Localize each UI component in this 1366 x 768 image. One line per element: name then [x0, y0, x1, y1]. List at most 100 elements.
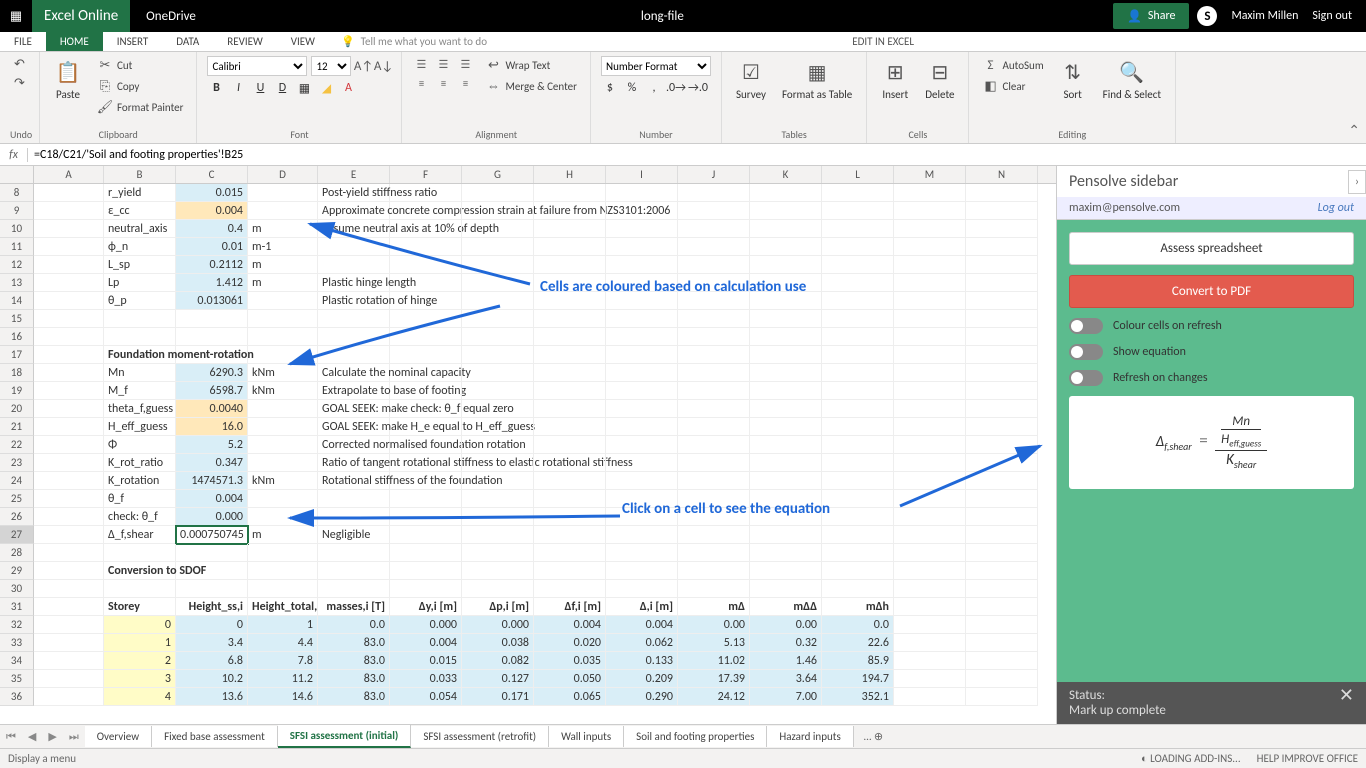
cell[interactable]: [462, 382, 534, 400]
cell[interactable]: [894, 184, 966, 202]
cell[interactable]: [966, 580, 1038, 598]
grow-font-icon[interactable]: A↑: [355, 58, 371, 74]
cell[interactable]: [750, 364, 822, 382]
toggle-show-equation[interactable]: [1069, 344, 1103, 360]
autosum-button[interactable]: ΣAutoSum: [979, 56, 1046, 74]
cell[interactable]: [462, 490, 534, 508]
cell[interactable]: 5.13: [678, 634, 750, 652]
cell[interactable]: [248, 328, 318, 346]
copy-button[interactable]: ⎘Copy: [94, 77, 186, 95]
cell[interactable]: [894, 526, 966, 544]
cell[interactable]: [104, 310, 176, 328]
cell[interactable]: [390, 184, 462, 202]
cell[interactable]: [34, 688, 104, 706]
cell[interactable]: Φ: [104, 436, 176, 454]
cell[interactable]: m: [248, 220, 318, 238]
cell[interactable]: [606, 310, 678, 328]
tab-insert[interactable]: INSERT: [103, 32, 163, 51]
cell[interactable]: Δ,i [m]: [606, 598, 678, 616]
cell[interactable]: [390, 508, 462, 526]
cell[interactable]: 11.2: [248, 670, 318, 688]
cell[interactable]: [390, 220, 462, 238]
cell[interactable]: [750, 508, 822, 526]
cell[interactable]: 0: [104, 616, 176, 634]
cell[interactable]: [966, 310, 1038, 328]
row-header[interactable]: 16: [0, 328, 34, 346]
cell[interactable]: [966, 652, 1038, 670]
sheet-tab[interactable]: Hazard inputs: [767, 726, 853, 747]
survey-button[interactable]: ☑Survey: [732, 56, 770, 103]
cell[interactable]: [966, 346, 1038, 364]
cell[interactable]: [966, 364, 1038, 382]
font-color-button[interactable]: A: [339, 79, 357, 97]
cell[interactable]: [34, 526, 104, 544]
cell[interactable]: [390, 274, 462, 292]
user-name[interactable]: Maxim Millen: [1231, 9, 1298, 23]
cell[interactable]: Plastic rotation of hinge: [318, 292, 390, 310]
sheet-tab[interactable]: SFSI assessment (retrofit): [411, 726, 549, 747]
cell[interactable]: [462, 544, 534, 562]
cell[interactable]: [318, 328, 390, 346]
cell[interactable]: 0.050: [534, 670, 606, 688]
cell[interactable]: [966, 238, 1038, 256]
cell[interactable]: [606, 526, 678, 544]
cell[interactable]: Assume neutral axis at 10% of depth: [318, 220, 390, 238]
cell[interactable]: [534, 238, 606, 256]
cell[interactable]: [390, 454, 462, 472]
cut-button[interactable]: ✂Cut: [94, 56, 186, 74]
row-header[interactable]: 22: [0, 436, 34, 454]
cell[interactable]: [894, 310, 966, 328]
cell[interactable]: 0: [176, 616, 248, 634]
cell[interactable]: [34, 580, 104, 598]
cell[interactable]: [390, 328, 462, 346]
cell[interactable]: 1: [248, 616, 318, 634]
sheet-nav-first[interactable]: ⏮: [0, 730, 22, 744]
row-header[interactable]: 25: [0, 490, 34, 508]
cell[interactable]: [966, 526, 1038, 544]
cell[interactable]: [390, 310, 462, 328]
cell[interactable]: [822, 328, 894, 346]
cell[interactable]: [894, 580, 966, 598]
cell[interactable]: 194.7: [822, 670, 894, 688]
cell[interactable]: [34, 292, 104, 310]
row-header[interactable]: 11: [0, 238, 34, 256]
cell[interactable]: [34, 184, 104, 202]
cell[interactable]: 0.015: [176, 184, 248, 202]
cell[interactable]: [678, 436, 750, 454]
row-header[interactable]: 8: [0, 184, 34, 202]
cell[interactable]: [34, 328, 104, 346]
convert-pdf-button[interactable]: Convert to PDF: [1069, 275, 1354, 308]
cell[interactable]: [318, 544, 390, 562]
cell[interactable]: kNm: [248, 364, 318, 382]
bold-button[interactable]: B: [207, 79, 225, 97]
cell[interactable]: [966, 418, 1038, 436]
toggle-refresh[interactable]: [1069, 370, 1103, 386]
cell[interactable]: [104, 544, 176, 562]
sheet-nav-prev[interactable]: ◀: [22, 730, 42, 743]
cell[interactable]: [248, 310, 318, 328]
cell[interactable]: [750, 580, 822, 598]
cell[interactable]: [750, 436, 822, 454]
cell[interactable]: 352.1: [822, 688, 894, 706]
cell[interactable]: mΔh: [822, 598, 894, 616]
cell[interactable]: [678, 292, 750, 310]
col-header-B[interactable]: B: [104, 166, 176, 183]
cell[interactable]: [750, 454, 822, 472]
cell[interactable]: [678, 346, 750, 364]
cell[interactable]: [34, 256, 104, 274]
cell[interactable]: [894, 292, 966, 310]
cell[interactable]: [248, 418, 318, 436]
cell[interactable]: m: [248, 256, 318, 274]
cell[interactable]: [966, 220, 1038, 238]
cell[interactable]: 1.46: [750, 652, 822, 670]
cell[interactable]: [390, 544, 462, 562]
cell[interactable]: [822, 454, 894, 472]
cell[interactable]: [534, 292, 606, 310]
cell[interactable]: [534, 202, 606, 220]
row-header[interactable]: 9: [0, 202, 34, 220]
cell[interactable]: [822, 400, 894, 418]
cell[interactable]: 24.12: [678, 688, 750, 706]
row-header[interactable]: 28: [0, 544, 34, 562]
cell[interactable]: [966, 382, 1038, 400]
cell[interactable]: [34, 670, 104, 688]
